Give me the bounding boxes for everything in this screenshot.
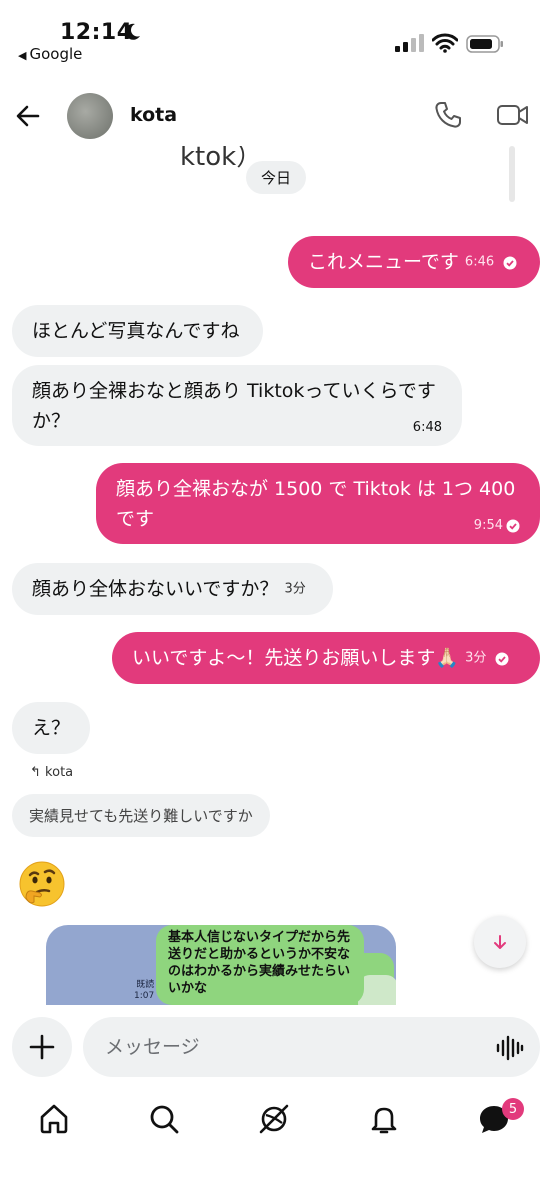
message-text: ほとんど写真なんですね <box>32 320 240 342</box>
back-arrow-icon[interactable] <box>14 102 42 130</box>
wifi-icon <box>432 33 458 53</box>
message-time: 6:48 <box>412 420 442 435</box>
message-input[interactable] <box>83 1017 540 1077</box>
home-icon[interactable] <box>37 1102 71 1136</box>
video-call-icon[interactable] <box>496 100 530 130</box>
contact-avatar[interactable] <box>67 93 113 139</box>
arrow-down-icon <box>494 935 506 949</box>
shared-screenshot-image[interactable]: 既読 1:07 基本人信じないタイプだから先送りだと助かるというか不安なのはわか… <box>46 925 396 1005</box>
moon-icon <box>125 23 140 40</box>
read-check-icon <box>503 256 517 269</box>
reply-arrow-icon: ↰ <box>30 765 41 780</box>
status-bar: 12:14 ◀ Google <box>0 0 552 72</box>
message-bubble-outgoing[interactable]: これメニューです 6:46 <box>288 236 540 288</box>
quoted-message[interactable]: 実績見せても先送り難しいですか <box>12 794 270 837</box>
message-time: 9:54 <box>473 518 503 533</box>
read-check-icon <box>495 652 509 665</box>
message-text: 顔あり全体おないいですか？ <box>32 578 279 600</box>
message-bubble-outgoing[interactable]: いいですよ〜！先送りお願いします🙏🏻 3分 <box>112 632 540 684</box>
message-bubble-incoming[interactable]: え？ <box>12 702 90 754</box>
bottom-navigation <box>0 1092 552 1152</box>
message-text: これメニューです <box>308 251 459 273</box>
message-bubble-incoming[interactable]: ほとんど写真なんですね <box>12 305 263 357</box>
quoted-message-text: 実績見せても先送り難しいですか <box>29 807 253 825</box>
image-read-label: 既読 <box>136 980 155 990</box>
message-text: え？ <box>32 717 71 739</box>
message-time-group: 9:54 <box>474 518 520 534</box>
message-text: 顔あり全裸おなが 1500 で Tiktok は 1つ 400 です <box>116 478 516 530</box>
phone-call-icon[interactable] <box>433 100 463 130</box>
cellular-signal-icon <box>395 34 424 52</box>
message-text: 顔あり全裸おなと顔あり Tiktokっていくらですか？ <box>32 380 436 432</box>
scroll-to-bottom-button[interactable] <box>474 916 526 968</box>
image-read-time: 1:07 <box>134 991 155 1001</box>
back-app-label: Google <box>29 45 83 63</box>
image-read-receipt: 既読 1:07 <box>134 980 154 1002</box>
message-time: 3分 <box>284 581 306 597</box>
message-time: 6:46 <box>464 254 495 270</box>
voice-message-icon[interactable] <box>496 1035 524 1061</box>
reply-to-name: kota <box>45 765 74 780</box>
message-bubble-incoming[interactable]: 顔あり全体おないいですか？ 3分 <box>12 563 333 615</box>
thinking-face-icon <box>19 861 65 907</box>
message-bubble-outgoing[interactable]: 顔あり全裸おなが 1500 で Tiktok は 1つ 400 です 9:54 <box>96 463 540 544</box>
reply-indicator: ↰ kota <box>30 765 73 780</box>
contact-name[interactable]: kota <box>130 104 177 126</box>
search-icon[interactable] <box>147 1102 181 1136</box>
read-check-icon <box>506 519 520 532</box>
plus-icon <box>29 1034 55 1060</box>
message-bubble-incoming[interactable]: 顔あり全裸おなと顔あり Tiktokっていくらですか？ 6:48 <box>12 365 462 446</box>
message-time: 3分 <box>465 650 487 666</box>
explore-icon[interactable] <box>257 1102 291 1136</box>
message-text: いいですよ〜！先送りお願いします🙏🏻 <box>132 647 460 669</box>
notifications-bell-icon[interactable] <box>367 1102 401 1136</box>
battery-icon <box>466 35 503 53</box>
chat-header: kota <box>0 86 552 146</box>
scroll-track <box>509 146 515 202</box>
back-triangle-icon: ◀ <box>18 49 27 62</box>
back-to-app-link[interactable]: ◀ Google <box>18 45 82 63</box>
message-composer <box>0 1005 552 1085</box>
add-attachment-button[interactable] <box>12 1017 72 1077</box>
messages-unread-badge: 5 <box>502 1098 524 1120</box>
emoji-message[interactable] <box>18 860 66 908</box>
image-chat-bubble: 基本人信じないタイプだから先送りだと助かるというか不安なのはわかるから実績みせた… <box>156 925 364 1005</box>
